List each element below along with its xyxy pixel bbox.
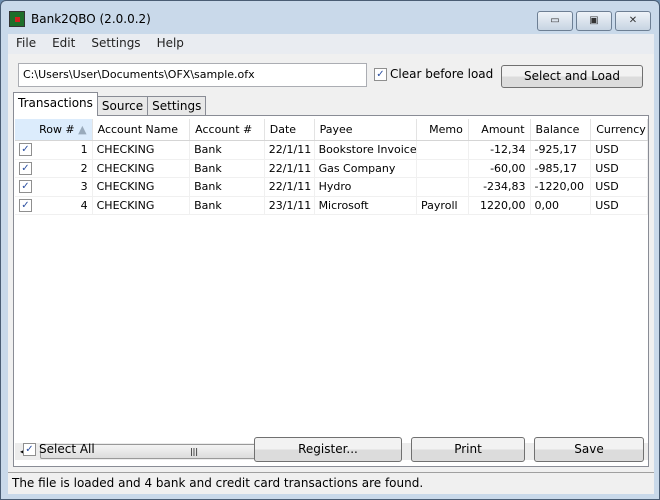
row-number: 4 [80, 198, 88, 212]
table-header: Row # ▲ Account Name Account # Date Paye… [15, 119, 648, 141]
close-button[interactable]: ✕ [615, 11, 651, 31]
menu-file[interactable]: File [8, 34, 44, 54]
status-bar: The file is loaded and 4 bank and credit… [8, 472, 654, 494]
cell-payee: Hydro [314, 178, 418, 197]
cell-currency: USD [591, 141, 648, 160]
table-row[interactable]: ✓ 4 CHECKING Bank 23/1/11 Microsoft Payroll 122… [15, 196, 648, 215]
tab-settings[interactable]: Settings [147, 96, 207, 116]
cell-account-number: Bank [190, 196, 265, 215]
cell-account-number: Bank [190, 178, 265, 197]
column-header-balance[interactable]: Balance [531, 119, 592, 140]
cell-payee: Gas Company [314, 159, 418, 178]
register-button[interactable]: Register... [254, 437, 402, 462]
cell-payee: Microsoft [314, 196, 418, 215]
cell-amount: -60,00 [468, 159, 531, 178]
cell-account-number: Bank [190, 141, 265, 160]
menu-bar: File Edit Settings Help [8, 34, 654, 54]
cell-currency: USD [591, 196, 648, 215]
cell-account-number: Bank [190, 159, 265, 178]
row-checkbox[interactable]: ✓ [19, 143, 32, 156]
file-path-input[interactable]: C:\Users\User\Documents\OFX\sample.ofx [18, 63, 367, 87]
column-header-account-number[interactable]: Account # [190, 119, 265, 140]
column-header-row-label: Row # [39, 123, 75, 136]
row-checkbox[interactable]: ✓ [19, 198, 32, 212]
table-row[interactable]: ✓ 2 CHECKING Bank 22/1/11 Gas Company -60,00 -9… [15, 159, 648, 178]
cell-account-name: CHECKING [92, 196, 191, 215]
app-logo-icon [9, 11, 25, 27]
select-all-label: Select All [39, 442, 95, 456]
row-number: 3 [80, 180, 88, 193]
cell-memo [417, 178, 469, 197]
transactions-table: Row # ▲ Account Name Account # Date Paye… [15, 119, 648, 411]
cell-row-number: ✓ 1 [15, 141, 93, 160]
cell-account-name: CHECKING [92, 141, 191, 160]
cell-currency: USD [591, 159, 648, 178]
cell-row-number: ✓ 3 [15, 178, 93, 197]
tab-source[interactable]: Source [96, 96, 149, 116]
print-button[interactable]: Print [411, 437, 525, 462]
cell-memo [417, 159, 469, 178]
row-checkbox[interactable]: ✓ [19, 161, 32, 175]
cell-memo [417, 141, 469, 160]
tab-transactions[interactable]: Transactions [13, 92, 98, 116]
maximize-button[interactable]: ▣ [576, 11, 612, 31]
cell-currency: USD [591, 178, 648, 197]
cell-amount: 1220,00 [468, 196, 531, 215]
cell-amount: -12,34 [468, 141, 531, 160]
column-header-row[interactable]: Row # ▲ [15, 119, 93, 140]
cell-balance: 0,00 [530, 196, 592, 215]
cell-balance: -985,17 [530, 159, 592, 178]
column-header-date[interactable]: Date [265, 119, 315, 140]
cell-memo: Payroll [417, 196, 469, 215]
column-header-amount[interactable]: Amount [469, 119, 531, 140]
column-header-currency[interactable]: Currency [591, 119, 648, 140]
cell-account-name: CHECKING [92, 159, 191, 178]
table-body: ✓ 1 CHECKING Bank 22/1/11 Bookstore Invoice -1… [15, 141, 648, 215]
menu-edit[interactable]: Edit [44, 34, 83, 54]
row-checkbox[interactable]: ✓ [19, 180, 32, 193]
cell-row-number: ✓ 4 [15, 196, 93, 215]
row-number: 2 [80, 161, 88, 175]
column-header-memo[interactable]: Memo [417, 119, 469, 140]
select-all-checkbox[interactable]: ✓ Select All [23, 442, 95, 456]
menu-help[interactable]: Help [149, 34, 192, 54]
minimize-button[interactable]: ▭ [537, 11, 573, 31]
save-button[interactable]: Save [534, 437, 644, 462]
cell-balance: -925,17 [530, 141, 592, 160]
title-bar: Bank2QBO (2.0.0.2) [9, 7, 151, 31]
checkbox-checked-icon: ✓ [23, 442, 36, 456]
cell-amount: -234,83 [468, 178, 531, 197]
column-header-account-name[interactable]: Account Name [93, 119, 191, 140]
cell-payee: Bookstore Invoice [314, 141, 418, 160]
column-header-payee[interactable]: Payee [315, 119, 418, 140]
app-window: Bank2QBO (2.0.0.2) ▭ ▣ ✕ File Edit Setti… [0, 0, 660, 500]
cell-balance: -1220,00 [530, 178, 592, 197]
cell-account-name: CHECKING [92, 178, 191, 197]
table-row[interactable]: ✓ 3 CHECKING Bank 22/1/11 Hydro -234,83 -1220,0… [15, 178, 648, 197]
transactions-panel: Row # ▲ Account Name Account # Date Paye… [13, 115, 649, 467]
select-and-load-button[interactable]: Select and Load [501, 65, 643, 88]
cell-date: 22/1/11 [264, 178, 315, 197]
checkbox-checked-icon: ✓ [374, 67, 387, 81]
menu-settings[interactable]: Settings [83, 34, 148, 54]
cell-date: 23/1/11 [264, 196, 315, 215]
cell-date: 22/1/11 [264, 159, 315, 178]
table-row[interactable]: ✓ 1 CHECKING Bank 22/1/11 Bookstore Invoice -1… [15, 141, 648, 160]
cell-date: 22/1/11 [264, 141, 315, 160]
window-title: Bank2QBO (2.0.0.2) [31, 12, 151, 26]
row-number: 1 [80, 143, 88, 156]
clear-before-load-checkbox[interactable]: ✓ Clear before load [374, 67, 493, 81]
sort-ascending-icon: ▲ [78, 123, 87, 136]
clear-before-load-label: Clear before load [390, 67, 494, 81]
cell-row-number: ✓ 2 [15, 159, 93, 178]
